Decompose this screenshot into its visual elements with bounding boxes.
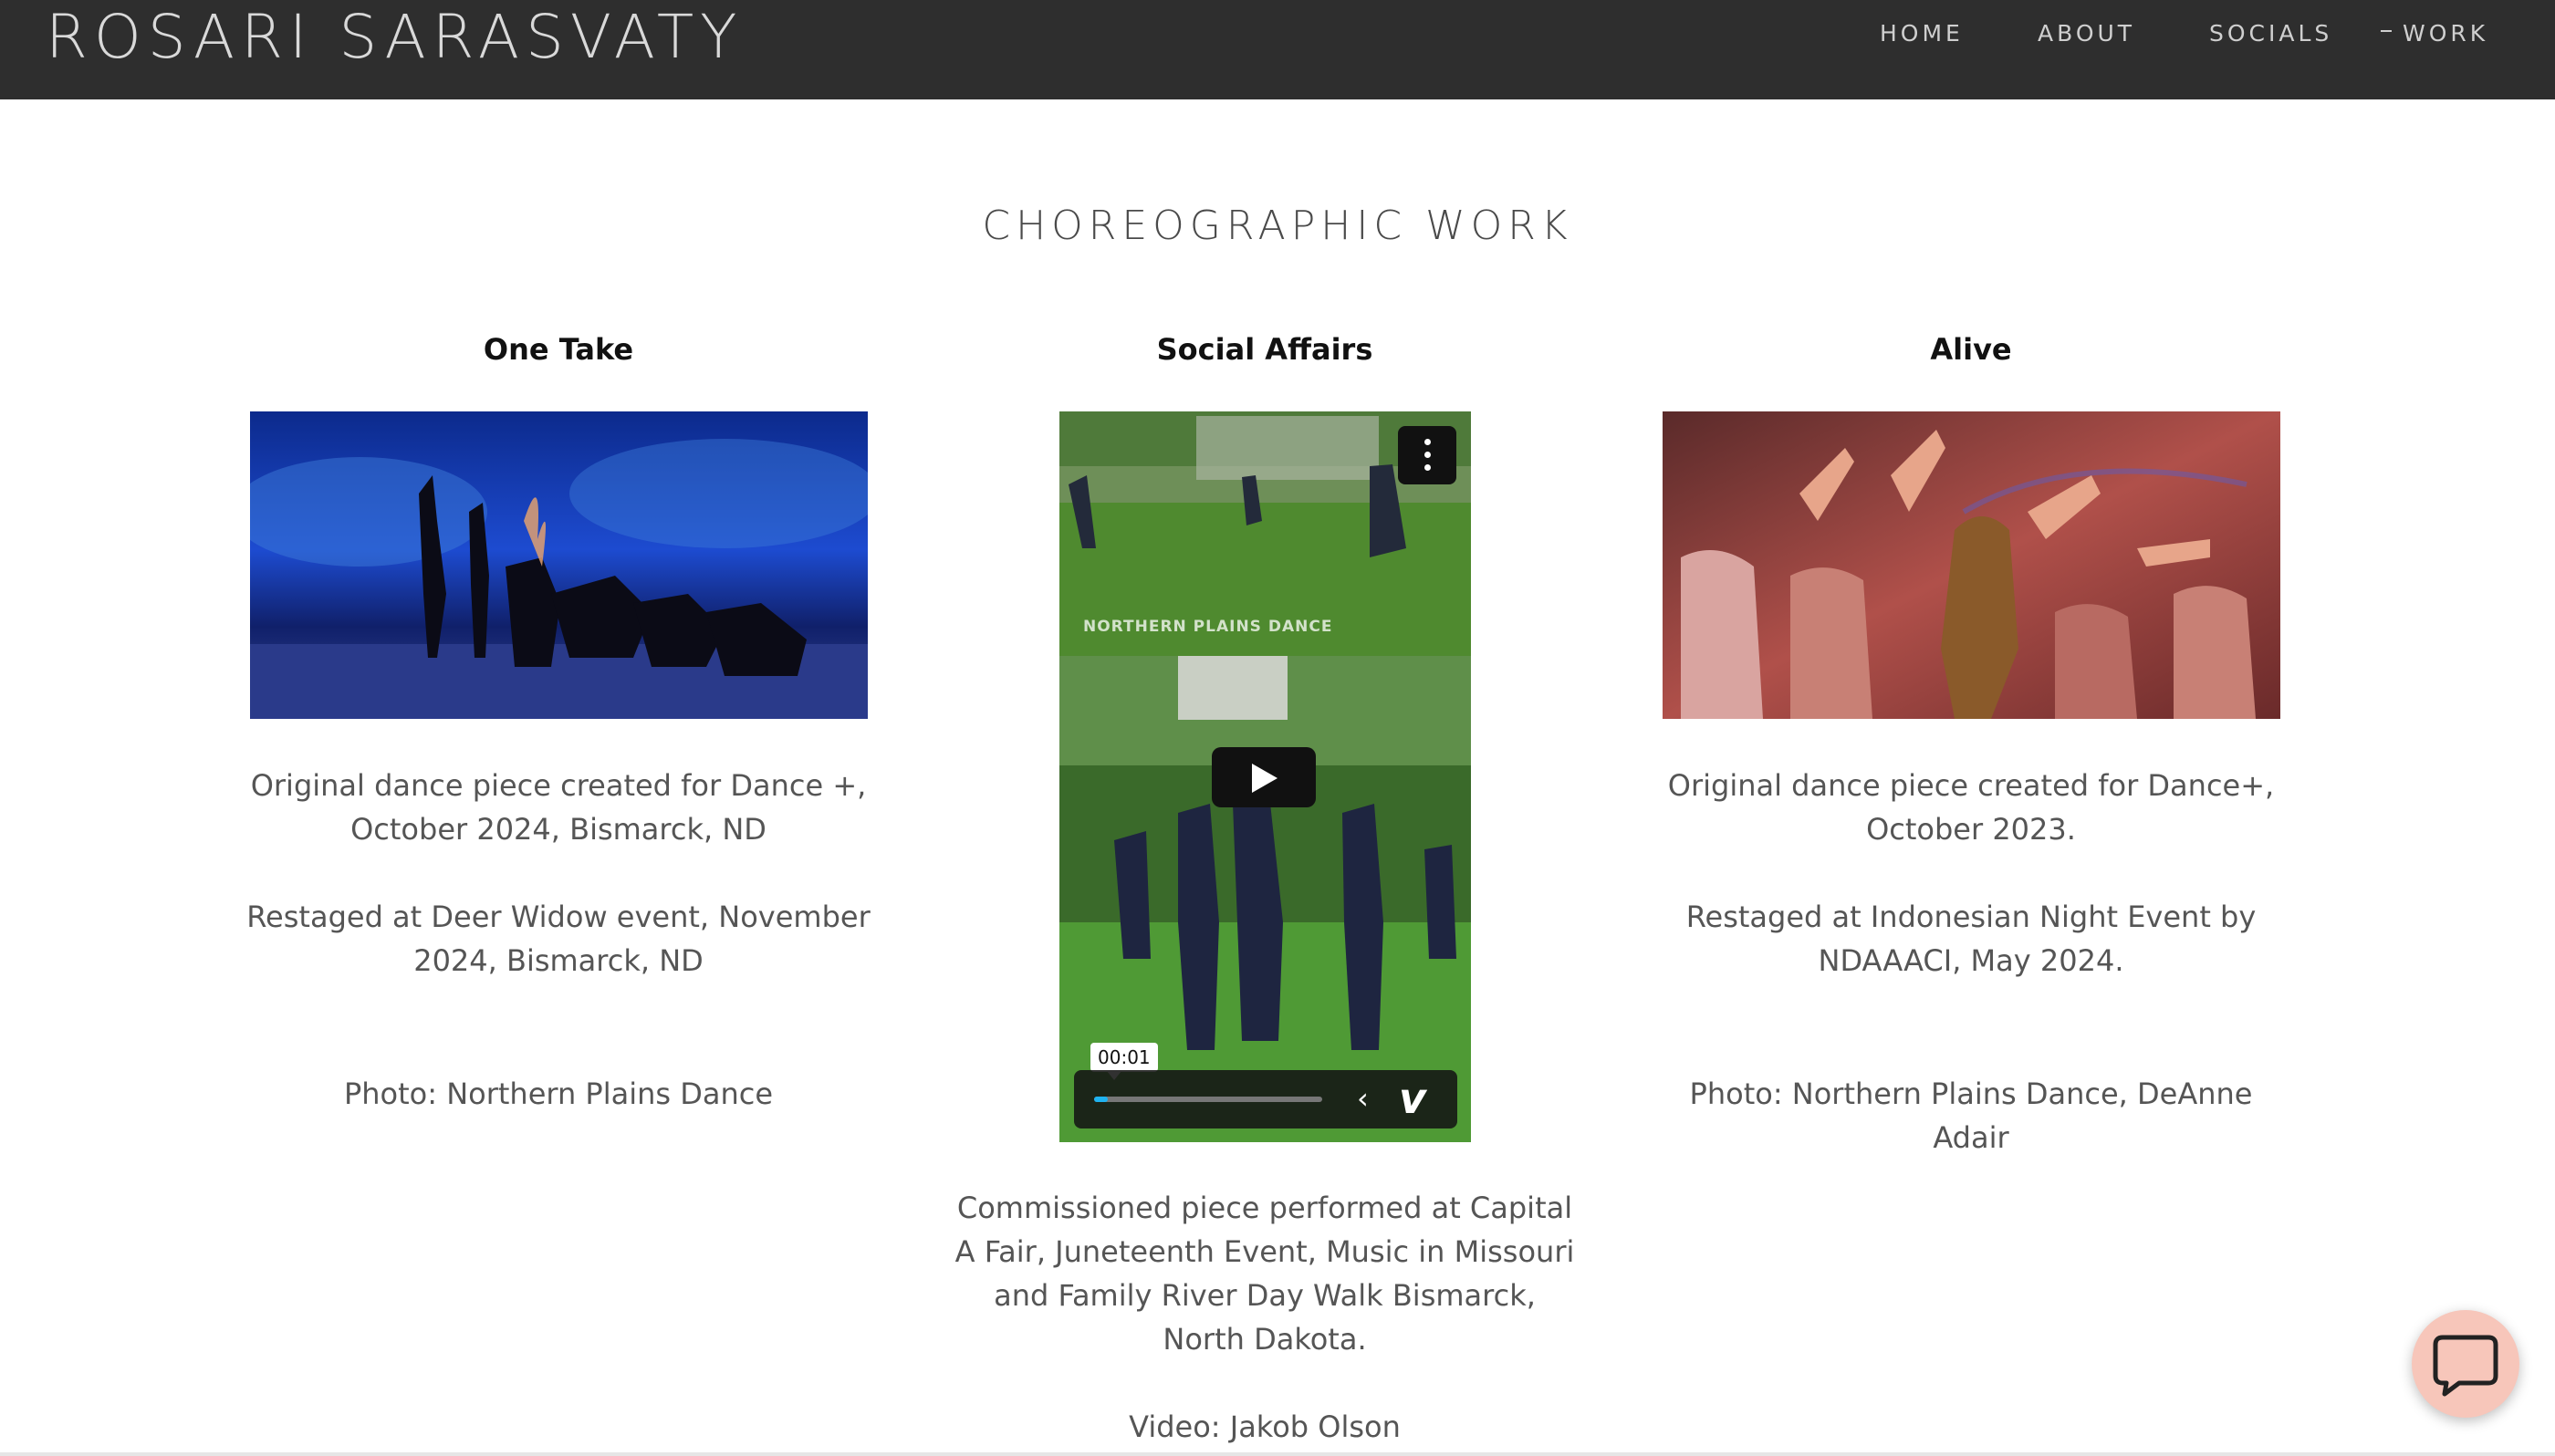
one-take-desc-2: Restaged at Deer Widow event, November 20…	[246, 900, 871, 978]
video-progress-bar[interactable]	[1094, 1097, 1322, 1102]
work-title-alive: Alive	[1930, 332, 2012, 367]
vimeo-logo-icon[interactable]: v	[1399, 1074, 1426, 1123]
play-icon	[1252, 764, 1278, 793]
alive-desc-2: Restaged at Indonesian Night Event by NDA…	[1685, 900, 2257, 978]
alive-desc-1: Original dance piece created for Dance+,…	[1667, 768, 2275, 847]
nav-socials[interactable]: SOCIALS	[2209, 20, 2332, 47]
video-timecode: 00:01	[1090, 1043, 1158, 1080]
alive-credit: Photo: Northern Plains Dance, DeAnne Ada…	[1689, 1076, 2253, 1155]
social-affairs-video-player[interactable]: NORTHERN PLAINS DANCE 00:01 ‹ v	[1059, 411, 1471, 1142]
video-more-options-button[interactable]	[1398, 426, 1456, 484]
one-take-credit: Photo: Northern Plains Dance	[343, 1076, 774, 1111]
one-take-desc-1: Original dance piece created for Dance +…	[250, 768, 867, 847]
page-title: CHOREOGRAPHIC WORK	[982, 203, 1573, 249]
site-brand[interactable]: ROSARI SARASVATY	[46, 2, 743, 72]
work-title-one-take: One Take	[483, 332, 634, 367]
nav-work[interactable]: WORK	[2403, 20, 2488, 47]
chevron-left-icon[interactable]: ‹	[1357, 1081, 1369, 1116]
nav-about[interactable]: ABOUT	[2038, 20, 2135, 47]
chat-button[interactable]	[2412, 1310, 2519, 1418]
site-header: ROSARI SARASVATY HOME ABOUT SOCIALS WORK	[0, 0, 2555, 99]
one-take-photo	[250, 411, 868, 719]
chat-bubble-icon	[2433, 1335, 2498, 1397]
video-controls: ‹ v	[1074, 1070, 1457, 1128]
work-title-social-affairs: Social Affairs	[1156, 332, 1373, 367]
alive-photo	[1663, 411, 2280, 719]
social-affairs-desc: Commissioned piece performed at Capital A…	[954, 1191, 1575, 1357]
page-bottom-divider	[0, 1452, 2555, 1456]
video-watermark: NORTHERN PLAINS DANCE	[1083, 618, 1333, 636]
social-affairs-credit: Video: Jakob Olson	[1129, 1409, 1401, 1444]
nav-active-indicator	[2381, 30, 2392, 32]
video-progress-fill	[1094, 1097, 1108, 1102]
nav-home[interactable]: HOME	[1880, 20, 1964, 47]
video-play-button[interactable]	[1212, 747, 1316, 807]
